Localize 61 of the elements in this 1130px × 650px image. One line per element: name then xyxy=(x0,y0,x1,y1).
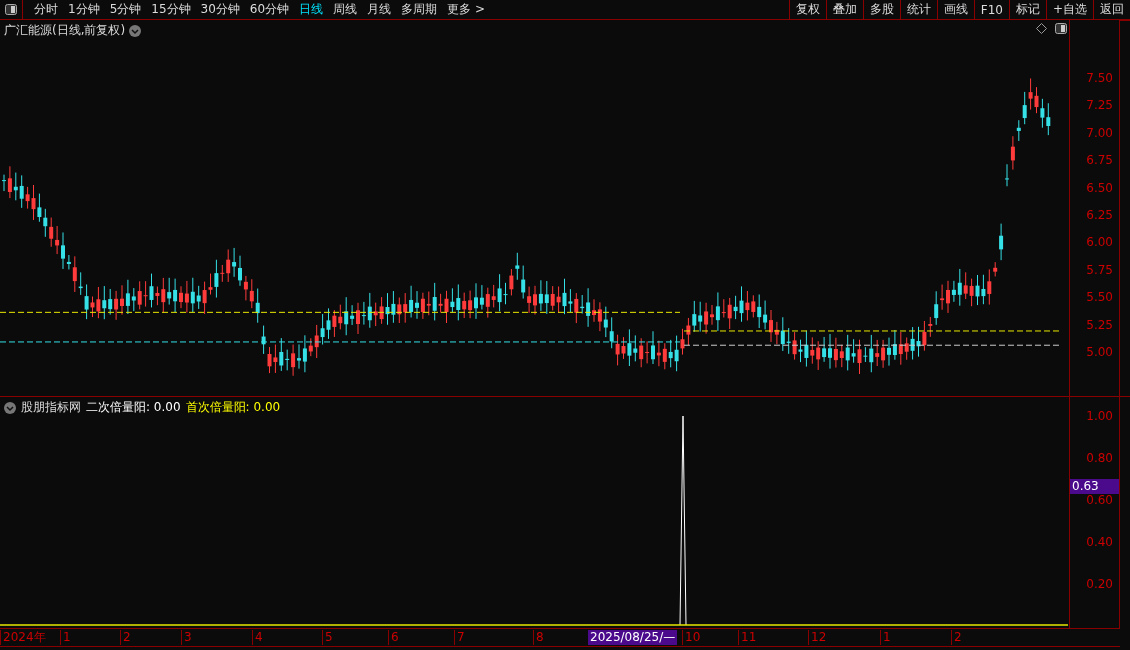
price-tick-label: 6.50 xyxy=(1086,180,1113,195)
price-tick-label: 7.25 xyxy=(1086,98,1113,113)
dropdown-icon[interactable] xyxy=(4,401,16,414)
period-tab[interactable]: 月线 xyxy=(362,1,397,18)
indicator-value: 二次倍量阳: 0.00 xyxy=(86,399,181,416)
price-tick-label: 7.50 xyxy=(1086,71,1113,85)
indicator-value: 首次倍量阳: 0.00 xyxy=(185,399,281,416)
price-tick-label: 6.75 xyxy=(1086,153,1113,168)
indicator-tick-label: 0.40 xyxy=(1086,535,1113,549)
date-tick-label: 1 xyxy=(60,630,71,645)
date-tick-label: 10 xyxy=(682,630,701,645)
toolbar-button[interactable]: 返回 xyxy=(1093,0,1130,19)
indicator-tick-label: 1.00 xyxy=(1086,409,1113,423)
indicator-tick-label: 0.60 xyxy=(1086,493,1113,507)
toolbar-button[interactable]: 叠加 xyxy=(825,0,863,19)
date-tick-label: 3 xyxy=(181,630,192,645)
period-tab[interactable]: 1分钟 xyxy=(63,1,105,18)
toolbar-button[interactable]: 画线 xyxy=(936,0,974,19)
price-tick-label: 5.50 xyxy=(1086,290,1113,305)
price-tick-label: 6.00 xyxy=(1086,235,1113,250)
period-tab[interactable]: 周线 xyxy=(328,1,363,18)
date-tick-label: 2 xyxy=(951,630,962,645)
price-tick-label: 7.00 xyxy=(1086,125,1113,140)
date-tick-label: 6 xyxy=(388,630,399,645)
toolbar-button[interactable]: 复权 xyxy=(788,0,826,19)
cursor-date-label: 2025/08/25/— xyxy=(588,630,678,645)
period-tab[interactable]: 30分钟 xyxy=(195,1,245,18)
dropdown-icon[interactable] xyxy=(129,24,142,37)
toolbar-button[interactable]: 标记 xyxy=(1008,0,1046,19)
layout-toggle-icon[interactable] xyxy=(5,4,17,15)
chart-title: 广汇能源(日线,前复权) xyxy=(4,22,126,39)
toolbar-button[interactable]: 多股 xyxy=(862,0,900,19)
date-tick-label: 1 xyxy=(880,630,891,645)
price-tick-label: 5.25 xyxy=(1086,317,1113,332)
diamond-icon[interactable] xyxy=(1036,23,1047,34)
period-tab[interactable]: 更多 > xyxy=(442,1,490,18)
price-tick-label: 5.00 xyxy=(1086,345,1113,359)
toolbar-button[interactable]: +自选 xyxy=(1045,0,1093,19)
period-tab[interactable]: 分时 xyxy=(29,1,63,18)
date-tick-label: 4 xyxy=(252,630,263,645)
indicator-tick-label: 0.80 xyxy=(1086,451,1113,465)
date-tick-label: 2024年 xyxy=(0,630,46,645)
date-tick-label: 8 xyxy=(533,630,544,645)
period-tab[interactable]: 5分钟 xyxy=(104,1,147,18)
cursor-value-label: 0.63 xyxy=(1070,479,1119,494)
toolbar-button[interactable]: F10 xyxy=(973,0,1009,19)
period-tab[interactable]: 多周期 xyxy=(396,1,443,18)
period-tab[interactable]: 15分钟 xyxy=(146,1,196,18)
toolbar-button[interactable]: 统计 xyxy=(899,0,937,19)
date-tick-label: 5 xyxy=(322,630,333,645)
price-tick-label: 6.25 xyxy=(1086,208,1113,222)
period-tab[interactable]: 日线 xyxy=(294,1,329,18)
price-tick-label: 5.75 xyxy=(1086,262,1113,277)
period-tab[interactable]: 60分钟 xyxy=(244,1,295,18)
indicator-name: 股朋指标网 xyxy=(21,399,81,416)
date-tick-label: 7 xyxy=(454,630,465,645)
layout-toggle-icon[interactable] xyxy=(1055,23,1067,34)
date-tick-label: 2 xyxy=(120,630,131,645)
date-tick-label: 12 xyxy=(808,630,827,645)
indicator-tick-label: 0.20 xyxy=(1086,577,1113,591)
date-tick-label: 11 xyxy=(738,630,757,645)
